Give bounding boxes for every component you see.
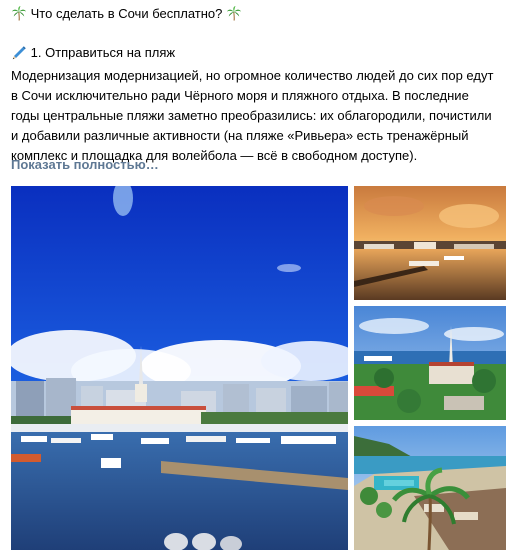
sunset-marina-photo[interactable]: [354, 186, 506, 300]
post-title: Что сделать в Сочи бесплатно?: [30, 6, 223, 21]
post-heading: 1. Отправиться на пляж: [30, 45, 176, 60]
pen-icon: [11, 44, 27, 60]
seaport-aerial-photo[interactable]: [354, 306, 506, 420]
wall-post: Что сделать в Сочи бесплатно? 1. Отправи…: [0, 0, 519, 550]
palm-tree-icon: [11, 5, 27, 21]
sochi-seaport-marina-photo[interactable]: [11, 186, 348, 550]
post-title-row: Что сделать в Сочи бесплатно?: [11, 4, 242, 24]
post-heading-row: 1. Отправиться на пляж: [11, 43, 175, 63]
post-body-text: Модернизация модернизацией, но огромное …: [11, 68, 494, 163]
palm-tree-icon: [226, 5, 242, 21]
show-more-link[interactable]: Показать полностью…: [11, 157, 159, 172]
beach-promenade-photo[interactable]: [354, 426, 506, 550]
